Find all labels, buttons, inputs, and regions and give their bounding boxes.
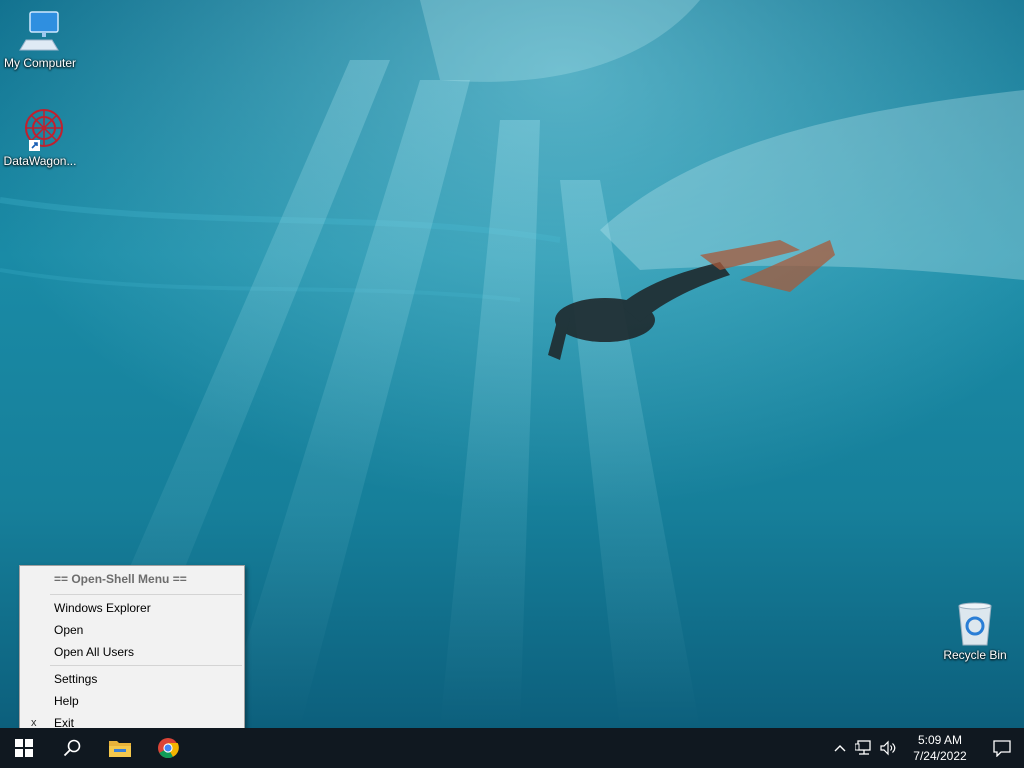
menu-item-label: Windows Explorer <box>54 601 151 615</box>
network-button[interactable] <box>852 728 876 768</box>
menu-item-label: Help <box>54 694 79 708</box>
network-icon <box>855 740 871 755</box>
menu-item-open-all-users[interactable]: Open All Users <box>20 641 244 663</box>
chrome-icon <box>158 738 179 759</box>
menu-item-settings[interactable]: Settings <box>20 668 244 690</box>
show-hidden-icons-button[interactable] <box>828 728 852 768</box>
taskbar-clock[interactable]: 5:09 AM 7/24/2022 <box>900 732 980 764</box>
search-button[interactable] <box>48 728 96 768</box>
desktop-icon-label: DataWagon... <box>3 154 77 168</box>
desktop-icon-label: Recycle Bin <box>943 648 1007 662</box>
desktop-icon-my-computer[interactable]: My Computer <box>0 10 80 70</box>
menu-separator <box>50 594 242 595</box>
file-explorer-icon <box>109 741 131 757</box>
system-tray: 5:09 AM 7/24/2022 <box>828 728 1024 768</box>
recycle-bin-icon <box>951 602 999 646</box>
menu-item-windows-explorer[interactable]: Windows Explorer <box>20 597 244 619</box>
file-explorer-button[interactable] <box>96 728 144 768</box>
taskbar: 5:09 AM 7/24/2022 <box>0 728 1024 768</box>
clock-date: 7/24/2022 <box>913 749 967 763</box>
desktop-icon-recycle-bin[interactable]: Recycle Bin <box>935 602 1015 662</box>
menu-item-label: Open <box>54 623 84 637</box>
menu-header: == Open-Shell Menu == <box>54 572 187 586</box>
search-icon <box>63 739 81 757</box>
desktop-icon-label: My Computer <box>3 56 77 70</box>
start-icon <box>15 739 33 757</box>
computer-icon <box>16 10 64 54</box>
chrome-button[interactable] <box>144 728 192 768</box>
datawagon-icon <box>16 108 64 152</box>
menu-item-label: Open All Users <box>54 645 135 659</box>
chevron-up-icon <box>834 745 846 752</box>
action-center-button[interactable] <box>980 728 1024 768</box>
menu-item-label: Settings <box>54 672 98 686</box>
action-center-icon <box>993 740 1011 757</box>
volume-icon <box>880 740 896 756</box>
menu-separator <box>50 665 242 666</box>
clock-time: 5:09 AM <box>917 733 963 747</box>
volume-button[interactable] <box>876 728 900 768</box>
open-shell-context-menu: == Open-Shell Menu == Windows Explorer O… <box>19 565 245 740</box>
desktop-icon-datawagon[interactable]: DataWagon... <box>0 108 80 168</box>
menu-item-help[interactable]: Help <box>20 690 244 712</box>
start-button[interactable] <box>0 728 48 768</box>
menu-item-open[interactable]: Open <box>20 619 244 641</box>
